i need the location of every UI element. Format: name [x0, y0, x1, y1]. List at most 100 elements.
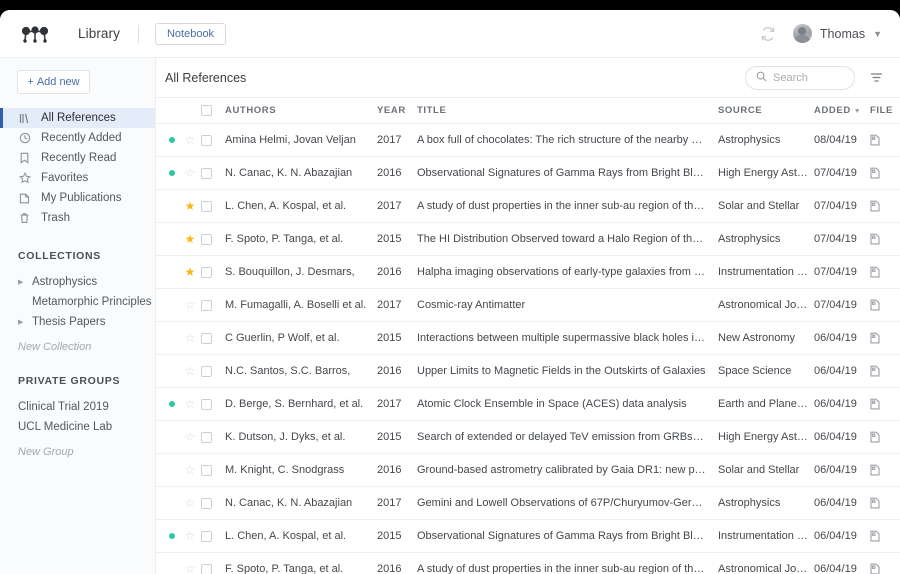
table-row[interactable]: ★L. Chen, A. Kospal, et al.2017A study o… [156, 190, 900, 223]
row-checkbox[interactable] [201, 168, 225, 179]
document-icon[interactable] [870, 167, 900, 179]
table-row[interactable]: ☆F. Spoto, P. Tanga, et al.2016A study o… [156, 553, 900, 574]
checkbox-icon[interactable] [201, 531, 212, 542]
star-icon[interactable]: ☆ [185, 332, 196, 344]
star-toggle[interactable]: ☆ [179, 365, 201, 377]
checkbox-icon[interactable] [201, 366, 212, 377]
star-icon[interactable]: ☆ [185, 563, 196, 574]
table-row[interactable]: ☆M. Fumagalli, A. Boselli et al.2017Cosm… [156, 289, 900, 322]
star-toggle[interactable]: ☆ [179, 134, 201, 146]
table-row[interactable]: ☆D. Berge, S. Bernhard, et al.2017Atomic… [156, 388, 900, 421]
table-row[interactable]: ★S. Bouquillon, J. Desmars,2016Halpha im… [156, 256, 900, 289]
checkbox-icon[interactable] [201, 498, 212, 509]
header-authors[interactable]: AUTHORS [225, 105, 377, 116]
document-icon[interactable] [870, 299, 900, 311]
table-row[interactable]: ☆M. Knight, C. Snodgrass2016Ground-based… [156, 454, 900, 487]
row-checkbox[interactable] [201, 234, 225, 245]
table-row[interactable]: ☆N. Canac, K. N. Abazajian2016Observatio… [156, 157, 900, 190]
checkbox-icon[interactable] [201, 432, 212, 443]
star-icon[interactable]: ☆ [185, 299, 196, 311]
group-item-ucl-medicine-lab[interactable]: UCL Medicine Lab [0, 417, 155, 437]
table-row[interactable]: ★F. Spoto, P. Tanga, et al.2015The HI Di… [156, 223, 900, 256]
sidebar-item-recently-added[interactable]: Recently Added [0, 128, 155, 148]
document-icon[interactable] [870, 200, 900, 212]
table-row[interactable]: ☆K. Dutson, J. Dyks, et al.2015Search of… [156, 421, 900, 454]
sync-icon[interactable] [759, 25, 777, 43]
header-title[interactable]: TITLE [417, 105, 718, 116]
checkbox-icon[interactable] [201, 465, 212, 476]
select-all-checkbox[interactable] [201, 105, 225, 116]
document-icon[interactable] [870, 563, 900, 574]
document-icon[interactable] [870, 530, 900, 542]
table-row[interactable]: ☆N.C. Santos, S.C. Barros,2016Upper Limi… [156, 355, 900, 388]
star-toggle[interactable]: ☆ [179, 464, 201, 476]
chevron-right-icon[interactable]: ▶ [18, 318, 25, 326]
header-source[interactable]: SOURCE [718, 105, 814, 116]
row-checkbox[interactable] [201, 564, 225, 574]
document-icon[interactable] [870, 332, 900, 344]
row-checkbox[interactable] [201, 267, 225, 278]
star-icon[interactable]: ★ [185, 233, 196, 245]
table-row[interactable]: ☆C Guerlin, P Wolf, et al.2015Interactio… [156, 322, 900, 355]
collection-item-metamorphic-principles[interactable]: ▶ Metamorphic Principles [0, 292, 155, 312]
checkbox-icon[interactable] [201, 234, 212, 245]
star-icon[interactable]: ★ [185, 266, 196, 278]
star-toggle[interactable]: ☆ [179, 299, 201, 311]
new-collection-button[interactable]: New Collection [0, 341, 155, 353]
star-icon[interactable]: ☆ [185, 398, 196, 410]
star-icon[interactable]: ☆ [185, 497, 196, 509]
star-icon[interactable]: ☆ [185, 530, 196, 542]
search-input[interactable] [773, 72, 844, 84]
row-checkbox[interactable] [201, 366, 225, 377]
checkbox-icon[interactable] [201, 399, 212, 410]
row-checkbox[interactable] [201, 135, 225, 146]
star-toggle[interactable]: ☆ [179, 431, 201, 443]
sidebar-item-all-references[interactable]: All References [0, 108, 155, 128]
checkbox-icon[interactable] [201, 105, 212, 116]
document-icon[interactable] [870, 398, 900, 410]
star-toggle[interactable]: ☆ [179, 497, 201, 509]
document-icon[interactable] [870, 365, 900, 377]
header-added[interactable]: ADDED▼ [814, 105, 870, 116]
row-checkbox[interactable] [201, 531, 225, 542]
star-toggle[interactable]: ☆ [179, 398, 201, 410]
document-icon[interactable] [870, 233, 900, 245]
document-icon[interactable] [870, 431, 900, 443]
star-toggle[interactable]: ★ [179, 266, 201, 278]
checkbox-icon[interactable] [201, 300, 212, 311]
sidebar-item-favorites[interactable]: Favorites [0, 168, 155, 188]
row-checkbox[interactable] [201, 465, 225, 476]
table-row[interactable]: ☆Amina Helmi, Jovan Veljan2017A box full… [156, 124, 900, 157]
filter-icon[interactable] [869, 70, 884, 85]
star-icon[interactable]: ☆ [185, 134, 196, 146]
group-item-clinical-trial-2019[interactable]: Clinical Trial 2019 [0, 397, 155, 417]
star-icon[interactable]: ☆ [185, 365, 196, 377]
header-file[interactable]: FILE [870, 105, 900, 116]
checkbox-icon[interactable] [201, 168, 212, 179]
star-toggle[interactable]: ☆ [179, 530, 201, 542]
collection-item-thesis-papers[interactable]: ▶ Thesis Papers [0, 312, 155, 332]
star-toggle[interactable]: ☆ [179, 563, 201, 574]
checkbox-icon[interactable] [201, 135, 212, 146]
sidebar-item-trash[interactable]: Trash [0, 208, 155, 228]
checkbox-icon[interactable] [201, 333, 212, 344]
checkbox-icon[interactable] [201, 564, 212, 574]
row-checkbox[interactable] [201, 498, 225, 509]
star-toggle[interactable]: ☆ [179, 332, 201, 344]
row-checkbox[interactable] [201, 333, 225, 344]
checkbox-icon[interactable] [201, 201, 212, 212]
new-group-button[interactable]: New Group [0, 446, 155, 458]
search-box[interactable] [745, 66, 855, 90]
table-row[interactable]: ☆N. Canac, K. N. Abazajian2017Gemini and… [156, 487, 900, 520]
row-checkbox[interactable] [201, 201, 225, 212]
star-toggle[interactable]: ★ [179, 200, 201, 212]
header-year[interactable]: YEAR [377, 105, 417, 116]
star-icon[interactable]: ☆ [185, 431, 196, 443]
chevron-right-icon[interactable]: ▶ [18, 278, 25, 286]
checkbox-icon[interactable] [201, 267, 212, 278]
document-icon[interactable] [870, 464, 900, 476]
collection-item-astrophysics[interactable]: ▶ Astrophysics [0, 272, 155, 292]
sidebar-item-recently-read[interactable]: Recently Read [0, 148, 155, 168]
star-icon[interactable]: ☆ [185, 464, 196, 476]
add-new-button[interactable]: + Add new [17, 70, 90, 94]
